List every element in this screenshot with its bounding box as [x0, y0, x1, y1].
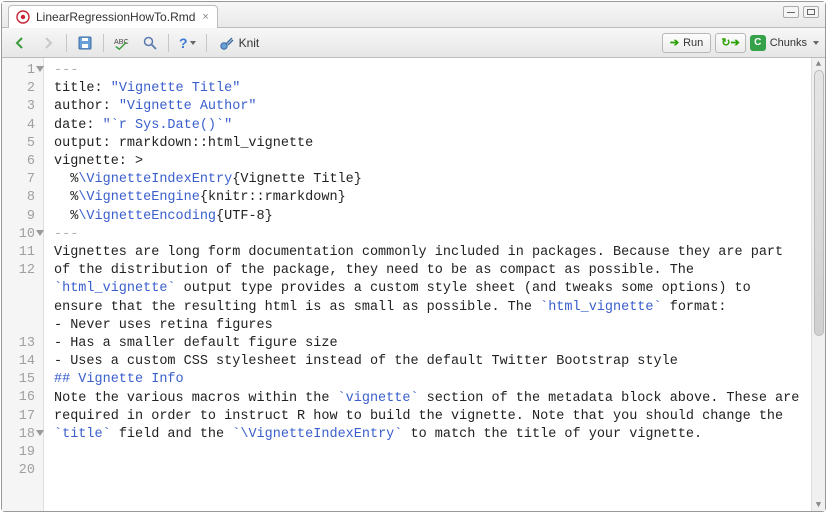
- scroll-up-icon[interactable]: ▲: [813, 58, 825, 70]
- line-number: [2, 499, 43, 512]
- line-number: 3: [2, 98, 43, 116]
- run-button[interactable]: ➔ Run: [662, 33, 711, 53]
- line-number: 16: [2, 389, 43, 407]
- knit-button[interactable]: Knit: [213, 32, 266, 54]
- chevron-down-icon: [190, 41, 196, 45]
- separator: [66, 34, 67, 52]
- line-number: [2, 280, 43, 298]
- line-number: 18: [2, 426, 43, 444]
- file-tab[interactable]: LinearRegressionHowTo.Rmd ×: [8, 5, 218, 28]
- line-number: [2, 298, 43, 316]
- line-number: 17: [2, 408, 43, 426]
- svg-text:ABC: ABC: [114, 37, 129, 45]
- separator: [206, 34, 207, 52]
- line-number: 15: [2, 371, 43, 389]
- separator: [168, 34, 169, 52]
- close-icon[interactable]: ×: [202, 11, 208, 23]
- line-number: 11: [2, 244, 43, 262]
- forward-button[interactable]: [36, 32, 60, 54]
- line-number: 20: [2, 462, 43, 480]
- line-number: 2: [2, 80, 43, 98]
- editor-pane: LinearRegressionHowTo.Rmd × ABC ?: [1, 1, 826, 512]
- tab-bar: LinearRegressionHowTo.Rmd ×: [2, 2, 825, 28]
- line-number: 9: [2, 208, 43, 226]
- maximize-button[interactable]: [803, 6, 819, 18]
- line-number: 5: [2, 135, 43, 153]
- minimize-button[interactable]: [783, 6, 799, 18]
- run-arrow-icon: ➔: [670, 36, 679, 49]
- chevron-down-icon: [813, 41, 819, 45]
- tab-filename: LinearRegressionHowTo.Rmd: [36, 10, 195, 24]
- chunks-label: Chunks: [770, 37, 807, 49]
- chunks-menu[interactable]: C Chunks: [750, 33, 819, 53]
- line-number: 4: [2, 117, 43, 135]
- line-number: 13: [2, 335, 43, 353]
- line-number: 19: [2, 444, 43, 462]
- editor-toolbar: ABC ? Knit ➔ Run ↻➔ C Chunks: [2, 28, 825, 58]
- fold-icon[interactable]: [36, 230, 44, 236]
- rmd-file-icon: [15, 9, 31, 25]
- line-number: 8: [2, 189, 43, 207]
- line-number: 7: [2, 171, 43, 189]
- line-number: 14: [2, 353, 43, 371]
- scroll-down-icon[interactable]: ▼: [813, 499, 825, 511]
- scrollbar-thumb[interactable]: [814, 70, 824, 336]
- code-area: 1 2 3 4 5 6 7 8 9 10 11 12 13 14 15 16 1…: [2, 58, 825, 511]
- scrollbar-track[interactable]: [813, 70, 825, 499]
- chunks-icon: C: [750, 35, 766, 51]
- line-number: 6: [2, 153, 43, 171]
- help-button[interactable]: ?: [175, 32, 200, 54]
- line-gutter[interactable]: 1 2 3 4 5 6 7 8 9 10 11 12 13 14 15 16 1…: [2, 58, 44, 511]
- vertical-scrollbar[interactable]: ▲ ▼: [811, 58, 825, 511]
- code-text: ---: [54, 63, 78, 78]
- fold-icon[interactable]: [36, 430, 44, 436]
- fold-icon[interactable]: [36, 66, 44, 72]
- code-editor[interactable]: --- title: "Vignette Title" author: "Vig…: [44, 58, 811, 511]
- line-number: 10: [2, 226, 43, 244]
- find-button[interactable]: [138, 32, 162, 54]
- window-controls: [783, 6, 819, 18]
- rerun-button[interactable]: ↻➔: [715, 33, 745, 53]
- spellcheck-button[interactable]: ABC: [110, 32, 134, 54]
- line-number: [2, 317, 43, 335]
- line-number: 1: [2, 62, 43, 80]
- knit-label: Knit: [239, 36, 260, 50]
- save-button[interactable]: [73, 32, 97, 54]
- back-button[interactable]: [8, 32, 32, 54]
- run-label: Run: [683, 37, 703, 49]
- line-number: 12: [2, 262, 43, 280]
- separator: [103, 34, 104, 52]
- line-number: [2, 480, 43, 498]
